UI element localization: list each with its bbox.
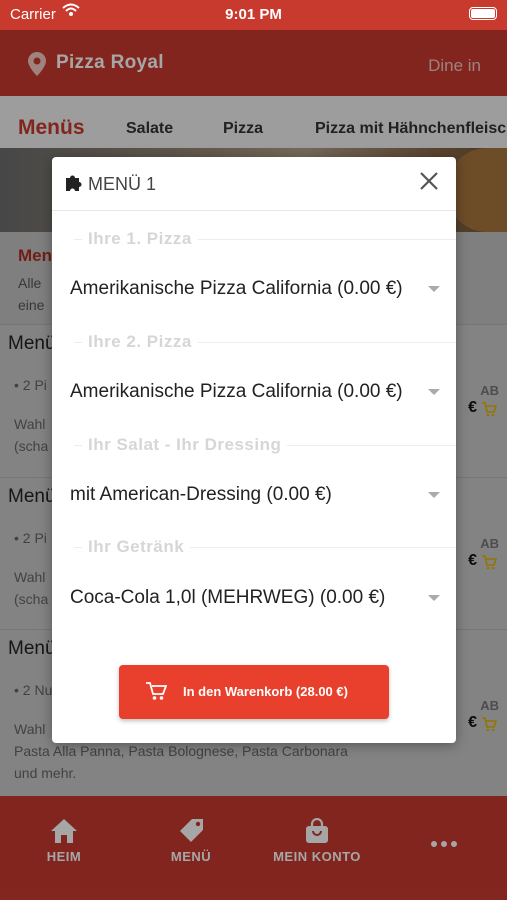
select-value: mit American-Dressing (0.00 €) <box>70 484 332 505</box>
chevron-down-icon <box>428 492 440 498</box>
select-value: Coca-Cola 1,0l (MEHRWEG) (0.00 €) <box>70 587 386 608</box>
clock: 9:01 PM <box>225 6 282 23</box>
salad-dressing-select[interactable]: mit American-Dressing (0.00 €) <box>70 477 440 513</box>
menu-options-dialog: MENÜ 1 Ihre 1. Pizza Amerikanische Pizza… <box>52 157 456 743</box>
option-group-title: Ihr Salat - Ihr Dressing <box>82 435 288 455</box>
select-value: Amerikanische Pizza California (0.00 €) <box>70 278 403 299</box>
puzzle-icon <box>64 172 84 197</box>
drink-select[interactable]: Coca-Cola 1,0l (MEHRWEG) (0.00 €) <box>70 580 440 616</box>
dialog-title: MENÜ 1 <box>88 174 157 194</box>
add-to-cart-button[interactable]: In den Warenkorb (28.00 €) <box>119 665 389 719</box>
chevron-down-icon <box>428 595 440 601</box>
option-group-title: Ihre 2. Pizza <box>82 332 198 352</box>
option-group-label: Ihre 2. Pizza <box>52 332 456 352</box>
chevron-down-icon <box>428 389 440 395</box>
chevron-down-icon <box>428 286 440 292</box>
pizza-1-select[interactable]: Amerikanische Pizza California (0.00 €) <box>70 271 440 307</box>
select-value: Amerikanische Pizza California (0.00 €) <box>70 381 403 402</box>
cart-icon <box>145 681 168 706</box>
status-bar: Carrier 9:01 PM <box>0 0 507 30</box>
close-icon[interactable] <box>416 168 442 194</box>
pizza-2-select[interactable]: Amerikanische Pizza California (0.00 €) <box>70 374 440 410</box>
option-group-label: Ihr Salat - Ihr Dressing <box>52 435 456 455</box>
add-to-cart-label: In den Warenkorb (28.00 €) <box>183 684 348 699</box>
battery-icon <box>469 7 497 20</box>
option-group-title: Ihr Getränk <box>82 537 191 557</box>
option-group-title: Ihre 1. Pizza <box>82 229 198 249</box>
option-group-label: Ihr Getränk <box>52 537 456 557</box>
dialog-header: MENÜ 1 <box>52 157 456 211</box>
option-group-label: Ihre 1. Pizza <box>52 229 456 249</box>
